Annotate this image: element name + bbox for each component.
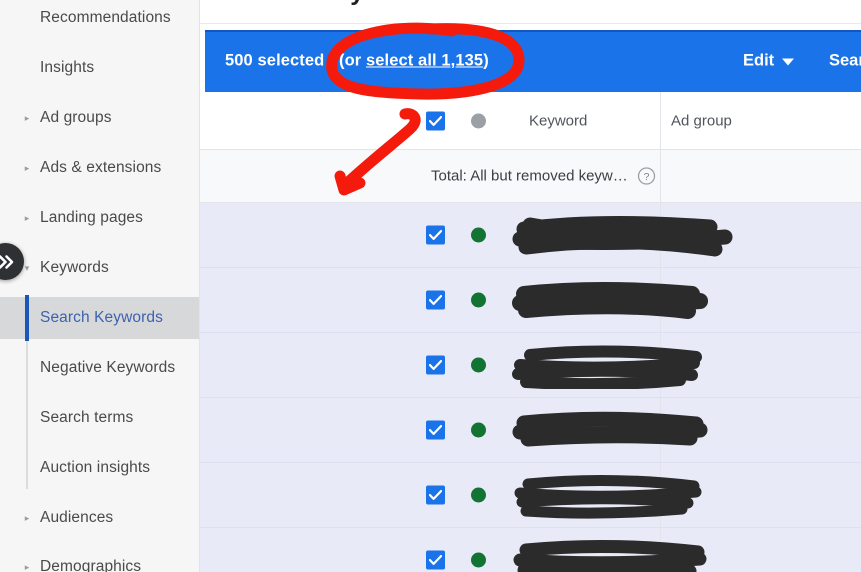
- sidebar-item-label: Search Keywords: [40, 309, 163, 326]
- select-all-prefix: (or: [339, 51, 366, 70]
- row-checkbox[interactable]: [426, 290, 445, 310]
- chevron-right-icon: ▸: [24, 113, 30, 123]
- sidebar-item-audiences[interactable]: ▸ Audiences: [0, 497, 200, 539]
- table-row[interactable]: Campaign paused: [200, 398, 861, 463]
- sidebar-item-label: Search terms: [40, 409, 134, 426]
- sidebar-item-insights[interactable]: Insights: [0, 47, 200, 89]
- sidebar-item-label: Keywords: [40, 259, 109, 276]
- selected-count-label: 500 selected: [225, 51, 325, 70]
- redacted-keyword: [510, 343, 710, 389]
- row-checkbox[interactable]: [426, 550, 445, 570]
- sidebar-item-label: Recommendations: [40, 9, 171, 26]
- status-dot-enabled: [471, 292, 486, 308]
- table-total-row: Total: All but removed keyw… ?: [200, 150, 861, 203]
- total-row-label: Total: All but removed keyw…: [431, 167, 628, 185]
- select-all-suffix: ): [483, 51, 489, 70]
- status-dot-enabled: [471, 357, 486, 373]
- sidebar-item-negative-keywords[interactable]: Negative Keywords: [0, 347, 200, 389]
- edit-menu-button[interactable]: Edit: [743, 51, 795, 71]
- active-indicator-bar: [25, 295, 29, 341]
- status-dot-header: [471, 113, 486, 128]
- keywords-table: Keyword Ad group Status Total: All but r…: [200, 92, 861, 572]
- column-header-keyword[interactable]: Keyword: [529, 112, 587, 129]
- table-row[interactable]: Campaign paused: [200, 203, 861, 268]
- page-title: Search Keywords: [228, 0, 438, 7]
- sidebar-item-auction-insights[interactable]: Auction insights: [0, 447, 200, 489]
- sidebar-item-label: Ad groups: [40, 109, 112, 126]
- row-checkbox[interactable]: [426, 485, 445, 505]
- chevron-right-icon: ▸: [24, 163, 30, 173]
- sidebar-item-ad-groups[interactable]: ▸ Ad groups: [0, 97, 200, 139]
- sidebar-item-keywords[interactable]: ▾ Keywords: [0, 247, 200, 289]
- chevron-right-icon: ▸: [24, 513, 30, 523]
- table-row[interactable]: Campaign: [200, 528, 861, 572]
- redacted-keyword: [510, 278, 715, 322]
- sidebar-item-label: Audiences: [40, 509, 114, 526]
- svg-text:?: ?: [644, 171, 650, 183]
- app-screen: Recommendations Insights ▸ Ad groups ▸ A…: [0, 0, 861, 572]
- row-checkbox[interactable]: [426, 355, 445, 375]
- sidebar-item-label: Negative Keywords: [40, 359, 176, 376]
- status-dot-enabled: [471, 552, 486, 568]
- column-header-ad-group[interactable]: Ad group: [671, 112, 732, 129]
- redacted-keyword: [510, 408, 710, 452]
- column-divider: [660, 92, 661, 149]
- main-content-panel: Search Keywords 500 selected (or select …: [200, 0, 861, 572]
- sidebar-item-label: Auction insights: [40, 459, 151, 476]
- help-circle-icon[interactable]: ?: [637, 167, 656, 186]
- status-dot-enabled: [471, 487, 486, 503]
- bulk-action-toolbar: 500 selected (or select all 1,135) Edit …: [205, 30, 861, 92]
- select-all-checkbox[interactable]: [426, 111, 445, 130]
- sidebar-item-search-terms[interactable]: Search terms: [0, 397, 200, 439]
- row-checkbox[interactable]: [426, 420, 445, 440]
- left-navigation-sidebar: Recommendations Insights ▸ Ad groups ▸ A…: [0, 0, 200, 572]
- title-divider: [200, 23, 861, 24]
- sidebar-item-label: Demographics: [40, 558, 142, 572]
- redacted-keyword: [510, 538, 715, 572]
- edit-menu-label: Edit: [743, 51, 775, 70]
- status-dot-enabled: [471, 227, 486, 243]
- sidebar-item-label: Landing pages: [40, 209, 144, 226]
- search-terms-label: Search terms: [829, 51, 861, 70]
- sidebar-item-recommendations[interactable]: Recommendations: [0, 0, 200, 39]
- table-row[interactable]: Campaign paused: [200, 268, 861, 333]
- sidebar-item-search-keywords[interactable]: Search Keywords: [0, 295, 200, 341]
- sidebar-item-demographics[interactable]: ▸ Demographics: [0, 546, 200, 572]
- sidebar-item-label: Ads & extensions: [40, 159, 162, 176]
- row-checkbox[interactable]: [426, 225, 445, 245]
- status-dot-enabled: [471, 422, 486, 438]
- table-header-row: Keyword Ad group Status: [200, 92, 861, 150]
- sidebar-item-label: Insights: [40, 59, 95, 76]
- table-row[interactable]: Campaign paused: [200, 333, 861, 398]
- chevron-right-icon: ▸: [24, 562, 30, 572]
- table-row[interactable]: Campaign paused: [200, 463, 861, 528]
- redacted-keyword: [510, 473, 710, 519]
- select-all-link[interactable]: select all 1,135: [366, 52, 483, 70]
- sidebar-item-ads-and-extensions[interactable]: ▸ Ads & extensions: [0, 147, 200, 189]
- chevron-right-icon: ▸: [24, 213, 30, 223]
- redacted-keyword: [510, 213, 740, 257]
- search-terms-button[interactable]: Search terms: [829, 52, 861, 71]
- sidebar-item-landing-pages[interactable]: ▸ Landing pages: [0, 197, 200, 239]
- column-divider: [660, 150, 661, 202]
- toolbar-top-accent: [205, 30, 861, 32]
- chevron-down-icon: [782, 58, 795, 66]
- select-all-group: (or select all 1,135): [339, 52, 489, 71]
